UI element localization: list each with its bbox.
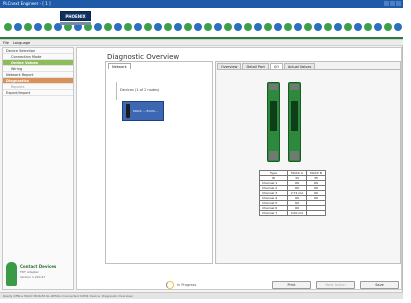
banner-dot [354,22,362,31]
tree-device-label: MACX ... Ex/IS/... [133,109,158,113]
module-terminal-bottom [290,151,299,160]
save-button[interactable]: Save [360,281,399,289]
device-module-b[interactable] [288,82,301,162]
banner-dot [144,22,152,31]
module-terminal-top [269,84,278,90]
banner-dot [44,22,52,31]
banner-dot [284,22,292,31]
brand-version: Version 1.220.47 [20,275,46,279]
menu-file[interactable]: File [3,40,9,45]
menu-language[interactable]: Language [13,40,30,45]
banner-dot [134,22,142,31]
device-brand-icon [6,262,17,286]
table-header-row: Type MACX A MACX B [259,170,326,176]
channel-label: Channel 7 [259,210,288,216]
loading-spinner-icon [166,281,174,289]
banner-dot [294,22,302,31]
banner-dot [104,22,112,31]
table-row: Channel 7 4.00 mA [259,210,326,216]
brand-title: Contact Devices [20,264,57,269]
banner-dot [204,22,212,31]
banner-dot [4,22,12,31]
banner-dot [264,22,272,31]
network-tree-pane: Network Devices (1 of 2 nodes) MACX ... … [105,61,213,264]
application-window: PLCnext Engineer - [ 1 ] PHOENIX File La… [0,0,403,299]
channel-value [306,210,326,216]
banner-dot [14,22,22,31]
progress-label: In Progress [177,283,197,287]
maximize-icon[interactable] [390,1,395,6]
main-panel: Diagnostic Overview Network Devices (1 o… [76,47,402,290]
table-row: Channel 3 2.72 mA OK [259,190,326,196]
banner-dot [214,22,222,31]
banner-dot [394,22,402,31]
sidebar-brand: Contact Devices FDT Adapter Version 1.22… [6,260,74,288]
banner-dot [194,22,202,31]
title-bar: PLCnext Engineer - [ 1 ] [0,0,403,8]
banner-dot [374,22,382,31]
banner-dot [174,22,182,31]
tree-root-node[interactable]: Devices (1 of 2 nodes) [120,88,159,92]
banner-dot [244,22,252,31]
banner-dot [344,22,352,31]
minimize-icon[interactable] [384,1,389,6]
print-button[interactable]: Print [272,281,311,289]
banner-dot [184,22,192,31]
banner-dot [224,22,232,31]
menu-bar: File Language [0,40,403,46]
module-terminal-top [290,84,299,90]
tree-device-node[interactable]: MACX ... Ex/IS/... [122,101,164,121]
sidebar-item-export-import[interactable]: Export/Import [3,90,73,96]
page-title: Diagnostic Overview [107,53,180,61]
tree-connector [116,82,117,100]
module-terminal-bottom [269,151,278,160]
diagnostic-table: Type MACX A MACX B ID 33 35 Channel 1 OK O… [259,170,326,216]
tab-network[interactable]: Network [108,63,131,69]
phoenix-logo: PHOENIX [60,11,91,21]
close-icon[interactable] [396,1,401,6]
device-icon [126,104,130,118]
next-action-button[interactable]: Next Action [316,281,355,289]
banner-dot [94,22,102,31]
banner-dot [384,22,392,31]
banner-dot [254,22,262,31]
brand-subtitle: FDT Adapter [20,270,39,274]
banner-dot [234,22,242,31]
banner-dot [324,22,332,31]
banner-dot [124,22,132,31]
navigation-sidebar: Device Selection Connection Mode Online Va… [2,47,74,290]
device-module-a[interactable] [267,82,280,162]
device-detail-pane: Overview Detail Port I/O Actual Values Type [215,61,401,264]
banner-dot [274,22,282,31]
channel-value: 4.00 mA [287,210,307,216]
detail-content: Type MACX A MACX B ID 33 35 Channel 1 OK O… [217,69,400,263]
banner-dot [164,22,172,31]
banner-dot [24,22,32,31]
banner-dot [314,22,322,31]
banner-dot [114,22,122,31]
brand-banner: PHOENIX [0,8,403,40]
banner-dot [334,22,342,31]
action-bar: In Progress Print Next Action Save [76,280,402,291]
banner-dot [304,22,312,31]
module-front-label [270,101,277,131]
window-title: PLCnext Engineer - [ 1 ] [3,1,51,6]
logo-tagline-bar [60,22,91,25]
banner-dot [34,22,42,31]
banner-dot [364,22,372,31]
status-bar: Ready Offline MACX MCR-EX-SL-RPSSI-I Con… [0,292,403,299]
banner-dot [154,22,162,31]
window-controls [384,1,401,6]
module-front-label [291,101,298,131]
